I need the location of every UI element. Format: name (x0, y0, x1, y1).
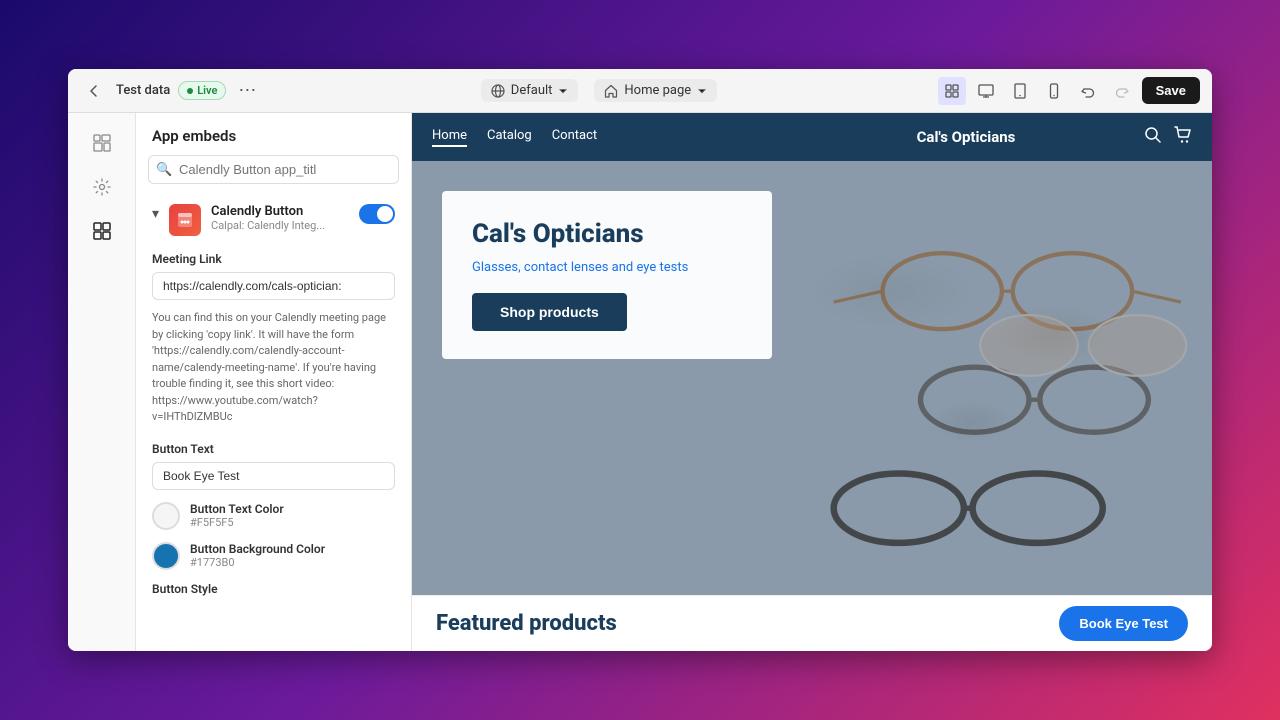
app-embeds-panel: App embeds 🔍 ▾ Calend (136, 113, 412, 651)
search-nav-icon[interactable] (1144, 126, 1162, 149)
page-selector[interactable]: Home page (594, 79, 717, 102)
store-preview: Home Catalog Contact Cal's Opticians (412, 113, 1212, 651)
bg-color-swatch[interactable] (152, 542, 180, 570)
live-badge: Live (178, 81, 226, 100)
button-style-label: Button Style (152, 582, 395, 596)
chevron-down-icon-2 (697, 86, 707, 96)
calendly-embed-item: ▾ Calendly Button Calpal: Calendly Integ… (136, 196, 411, 244)
hero-title: Cal's Opticians (472, 219, 742, 250)
panel-header: App embeds (136, 113, 411, 155)
browser-toolbar: Test data Live ⋯ Default (68, 69, 1212, 113)
button-bg-color-hex: #1773B0 (190, 556, 325, 569)
button-text-label: Button Text (152, 442, 395, 456)
toolbar-center: Default Home page (268, 79, 929, 102)
undo-icon (1080, 83, 1096, 99)
store-nav: Home Catalog Contact Cal's Opticians (412, 113, 1212, 161)
embed-sub: Calpal: Calendly Integ... (211, 219, 349, 232)
nav-home[interactable]: Home (432, 128, 467, 147)
button-bg-color-label: Button Background Color (190, 542, 325, 556)
store-hero-content: Cal's Opticians Glasses, contact lenses … (442, 191, 772, 359)
button-style-section: Button Style (136, 574, 411, 606)
left-sidebar (68, 113, 136, 651)
sidebar-icon-settings[interactable] (84, 169, 120, 205)
redo-icon (1114, 83, 1130, 99)
button-text-color-hex: #F5F5F5 (190, 516, 284, 529)
default-label: Default (511, 83, 553, 98)
calendly-logo (169, 204, 201, 236)
store-nav-icons (1144, 126, 1192, 149)
tablet-icon-btn[interactable] (1006, 77, 1034, 105)
sidebar-icon-grid[interactable] (84, 125, 120, 161)
cart-nav-icon[interactable] (1174, 126, 1192, 149)
button-bg-color-row: Button Background Color #1773B0 (136, 534, 411, 574)
globe-icon (491, 84, 505, 98)
meeting-link-note: You can find this on your Calendly meeti… (136, 310, 411, 434)
sections-icon-btn[interactable] (938, 77, 966, 105)
more-icon[interactable]: ⋯ (234, 76, 260, 105)
back-icon[interactable] (80, 77, 108, 105)
live-dot (187, 88, 193, 94)
meeting-link-section: Meeting Link (136, 244, 411, 304)
toolbar-right: Save (938, 77, 1200, 105)
chevron-down-icon (558, 86, 568, 96)
text-color-swatch[interactable] (152, 502, 180, 530)
store-footer-row: Featured products Book Eye Test (412, 595, 1212, 651)
tablet-icon (1012, 83, 1028, 99)
desktop-icon-btn[interactable] (972, 77, 1000, 105)
nav-contact[interactable]: Contact (552, 128, 597, 147)
search-icon: 🔍 (156, 162, 172, 177)
panel-search: 🔍 (148, 155, 399, 184)
preview-area: Home Catalog Contact Cal's Opticians (412, 113, 1212, 651)
test-data-label: Test data (116, 83, 170, 98)
hero-subtitle: Glasses, contact lenses and eye tests (472, 260, 742, 275)
chevron-icon[interactable]: ▾ (152, 206, 159, 222)
button-text-color-row: Button Text Color #F5F5F5 (136, 494, 411, 534)
home-icon (604, 84, 618, 98)
live-label: Live (197, 84, 217, 97)
save-button[interactable]: Save (1142, 77, 1200, 104)
sections-icon (944, 83, 960, 99)
embed-name: Calendly Button (211, 204, 349, 219)
mobile-icon-btn[interactable] (1040, 77, 1068, 105)
nav-catalog[interactable]: Catalog (487, 128, 532, 147)
home-page-label: Home page (624, 83, 691, 98)
toggle-switch[interactable] (359, 204, 395, 224)
redo-icon-btn[interactable] (1108, 77, 1136, 105)
undo-icon-btn[interactable] (1074, 77, 1102, 105)
language-selector[interactable]: Default (481, 79, 579, 102)
search-input[interactable] (148, 155, 399, 184)
button-text-section: Button Text (136, 434, 411, 494)
featured-products-title: Featured products (436, 611, 1059, 636)
store-nav-links: Home Catalog Contact (432, 128, 788, 147)
store-brand: Cal's Opticians (788, 128, 1144, 146)
embed-info: Calendly Button Calpal: Calendly Integ..… (211, 204, 349, 232)
book-eye-test-button[interactable]: Book Eye Test (1059, 606, 1188, 641)
store-hero: Cal's Opticians Glasses, contact lenses … (412, 161, 1212, 595)
button-text-input[interactable] (152, 462, 395, 490)
meeting-link-input[interactable] (152, 272, 395, 300)
sidebar-icon-apps[interactable] (84, 213, 120, 249)
meeting-link-label: Meeting Link (152, 252, 395, 266)
calendly-logo-icon (176, 211, 194, 229)
main-area: App embeds 🔍 ▾ Calend (68, 113, 1212, 651)
mobile-icon (1046, 83, 1062, 99)
shop-products-button[interactable]: Shop products (472, 293, 627, 331)
button-text-color-label: Button Text Color (190, 502, 284, 516)
browser-window: Test data Live ⋯ Default (68, 69, 1212, 651)
desktop-icon (978, 83, 994, 99)
